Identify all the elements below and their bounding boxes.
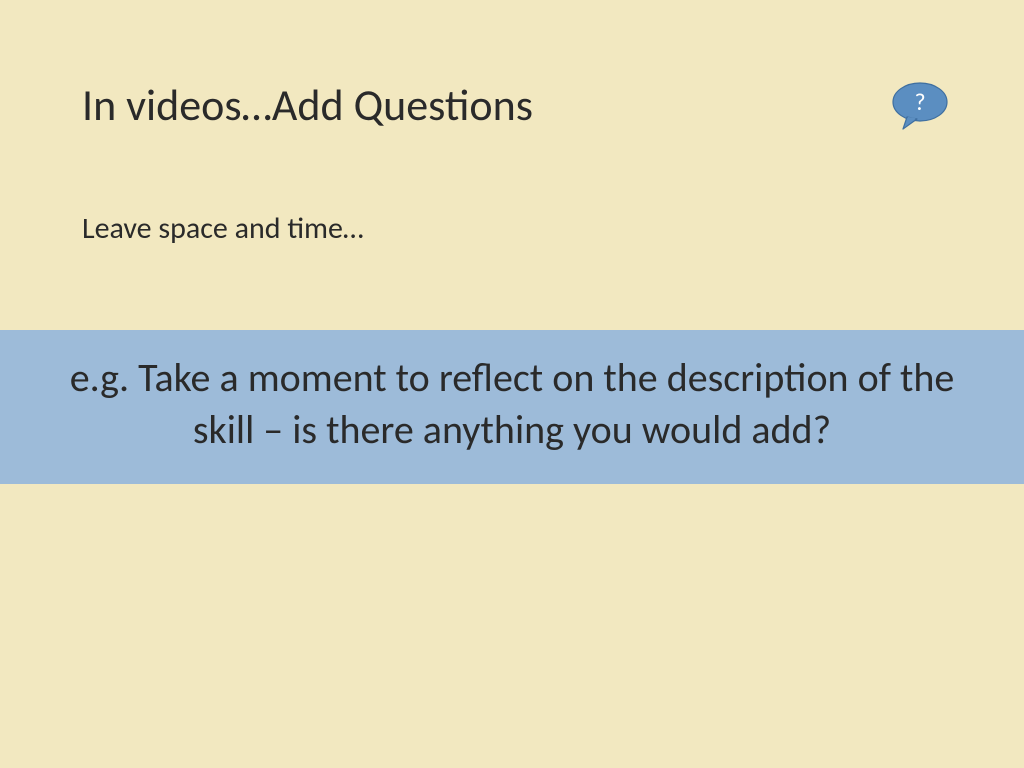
callout-band: e.g. Take a moment to reflect on the des… bbox=[0, 330, 1024, 484]
slide-subtitle: Leave space and time… bbox=[82, 210, 364, 247]
speech-bubble-icon bbox=[891, 82, 949, 130]
callout-text: e.g. Take a moment to reflect on the des… bbox=[36, 352, 988, 456]
slide-title: In videos…Add Questions bbox=[82, 78, 533, 132]
